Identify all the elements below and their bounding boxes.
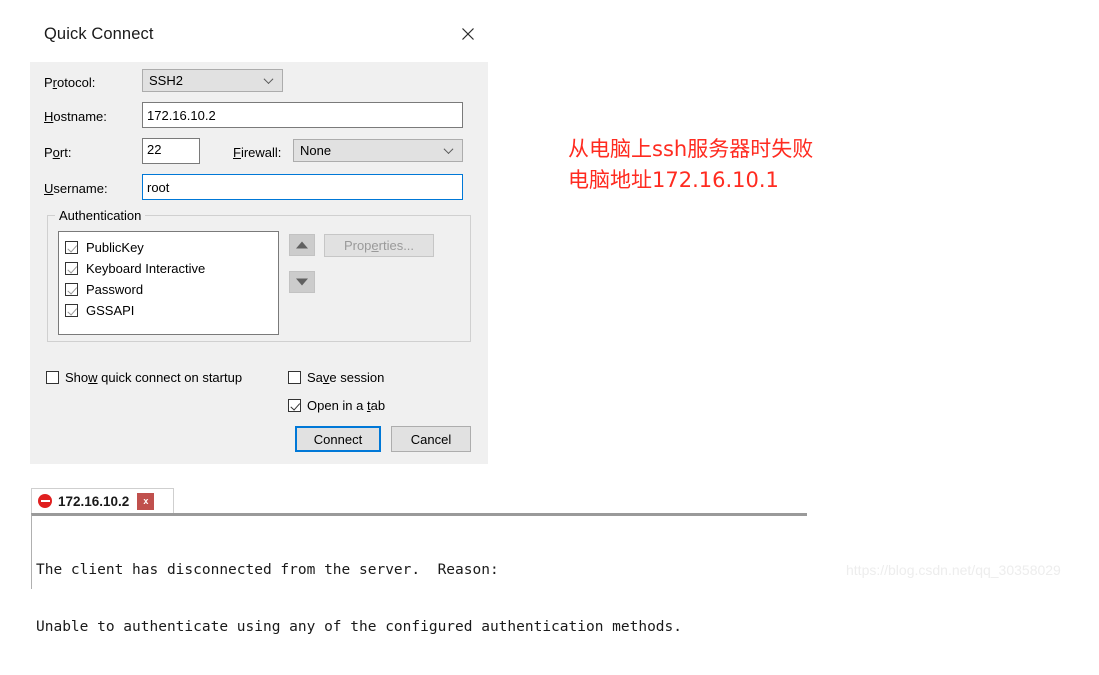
list-item[interactable]: GSSAPI [59, 300, 278, 321]
username-value: root [147, 179, 170, 195]
connect-button[interactable]: Connect [295, 426, 381, 452]
list-item[interactable]: Keyboard Interactive [59, 258, 278, 279]
protocol-value: SSH2 [149, 73, 183, 88]
checkbox-label: Show quick connect on startup [65, 370, 243, 385]
port-value: 22 [147, 142, 162, 157]
protocol-select[interactable]: SSH2 [142, 69, 283, 92]
dialog-titlebar: Quick Connect [30, 0, 488, 62]
firewall-value: None [300, 143, 332, 158]
chevron-down-icon [445, 145, 454, 154]
properties-button-label: Properties... [343, 238, 415, 253]
list-item-label: GSSAPI [86, 303, 135, 318]
checkbox-label: Open in a tab [307, 398, 386, 413]
checkbox-box [288, 371, 301, 384]
list-item[interactable]: Password [59, 279, 278, 300]
hostname-value: 172.16.10.2 [147, 107, 216, 123]
list-item-label: PublicKey [86, 240, 144, 255]
properties-button[interactable]: Properties... [324, 234, 434, 257]
arrow-down-icon [296, 278, 308, 286]
terminal-output-text: The client has disconnected from the ser… [36, 523, 682, 675]
move-down-button[interactable] [289, 271, 315, 293]
cancel-button-label: Cancel [410, 431, 452, 447]
checkbox-gssapi[interactable] [65, 304, 78, 317]
firewall-label: Firewall: [233, 145, 282, 160]
arrow-up-icon [296, 241, 308, 249]
authentication-list[interactable]: PublicKey Keyboard Interactive Password … [58, 231, 279, 335]
protocol-label: Protocol: [44, 75, 96, 90]
quick-connect-dialog: Quick Connect Protocol: SSH2 Hostname: 1… [30, 0, 488, 464]
open-in-a-tab-checkbox[interactable]: Open in a tab [288, 398, 385, 413]
save-session-checkbox[interactable]: Save session [288, 370, 384, 385]
list-item[interactable]: PublicKey [59, 237, 278, 258]
firewall-select[interactable]: None [293, 139, 463, 162]
hostname-input[interactable]: 172.16.10.2 [142, 102, 463, 128]
move-up-button[interactable] [289, 234, 315, 256]
checkbox-password[interactable] [65, 283, 78, 296]
username-label: Username: [44, 181, 108, 196]
annotation-note: 从电脑上ssh服务器时失败 电脑地址172.16.10.1 [568, 134, 813, 196]
terminal-output-line-1: The client has disconnected from the ser… [36, 562, 499, 578]
list-item-label: Password [86, 282, 144, 297]
chevron-down-icon [265, 75, 274, 84]
checkbox-keyboard-interactive[interactable] [65, 262, 78, 275]
close-icon[interactable] [457, 26, 479, 48]
checkbox-box [46, 371, 59, 384]
annotation-line-2: 电脑地址172.16.10.1 [568, 168, 779, 192]
checkbox-box [288, 399, 301, 412]
terminal-tab-label: 172.16.10.2 [58, 493, 130, 509]
cancel-button[interactable]: Cancel [391, 426, 471, 452]
authentication-group-label: Authentication [55, 208, 146, 223]
connect-button-label: Connect [313, 431, 363, 447]
port-label: Port: [44, 145, 72, 160]
terminal-output-pane: The client has disconnected from the ser… [31, 513, 807, 635]
show-quick-connect-on-startup-checkbox[interactable]: Show quick connect on startup [46, 370, 242, 385]
terminal-tab[interactable]: 172.16.10.2 x [31, 488, 174, 513]
dialog-title: Quick Connect [44, 25, 154, 43]
checkbox-publickey[interactable] [65, 241, 78, 254]
checkbox-label: Save session [307, 370, 385, 385]
port-input[interactable]: 22 [142, 138, 200, 164]
username-input[interactable]: root [142, 174, 463, 200]
list-item-label: Keyboard Interactive [86, 261, 206, 276]
watermark: https://blog.csdn.net/qq_30358029 [846, 562, 1061, 578]
hostname-label: Hostname: [44, 109, 107, 124]
dialog-body: Protocol: SSH2 Hostname: 172.16.10.2 Por… [30, 62, 488, 464]
tab-close-icon[interactable]: x [137, 492, 155, 510]
annotation-line-1: 从电脑上ssh服务器时失败 [568, 137, 814, 161]
terminal-output-line-2: Unable to authenticate using any of the … [36, 619, 683, 635]
disconnected-icon [38, 494, 52, 508]
